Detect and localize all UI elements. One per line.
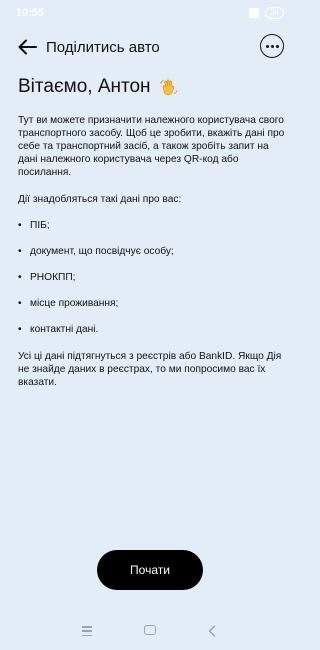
info-content: Тут ви можете призначити належного корис… (18, 114, 286, 389)
greeting-text: Вітаємо, Антон (18, 76, 151, 97)
nav-back-icon[interactable] (208, 625, 216, 637)
footer-text: Усі ці дані підтягнуться з реєстрів або … (18, 351, 282, 388)
need-label: Дії знадобляться такі дані про вас: (18, 194, 182, 205)
list-item: • місце проживання; (18, 298, 119, 309)
battery-indicator: 24 (265, 7, 284, 19)
intro-text: Тут ви можете призначити належного корис… (18, 115, 285, 178)
signal-icon (249, 8, 260, 18)
status-time: 10:55 (16, 7, 45, 19)
status-bar: 10:55 24 (0, 0, 300, 28)
list-item: • РНОКПП; (18, 272, 76, 283)
start-button[interactable]: Почати (97, 550, 203, 590)
arrow-left-icon (18, 39, 37, 55)
header: Поділитись авто (0, 30, 300, 64)
status-icons: 24 (249, 7, 284, 19)
page-title: Поділитись авто (46, 39, 160, 56)
waving-hand-icon (159, 79, 177, 96)
home-icon[interactable] (144, 625, 156, 635)
back-button[interactable] (14, 34, 40, 60)
list-item: • документ, що посвідчує особу; (18, 246, 174, 257)
list-item: • ПІБ; (18, 220, 50, 231)
system-nav-bar (0, 620, 300, 644)
more-dots-icon (265, 44, 279, 48)
recent-apps-icon[interactable] (82, 626, 92, 636)
greeting: Вітаємо, Антон (18, 76, 179, 98)
more-options-button[interactable] (260, 34, 284, 58)
list-item: • контактні дані. (18, 324, 99, 335)
required-data-list: • ПІБ; • документ, що посвідчує особу; • РН… (18, 219, 286, 336)
